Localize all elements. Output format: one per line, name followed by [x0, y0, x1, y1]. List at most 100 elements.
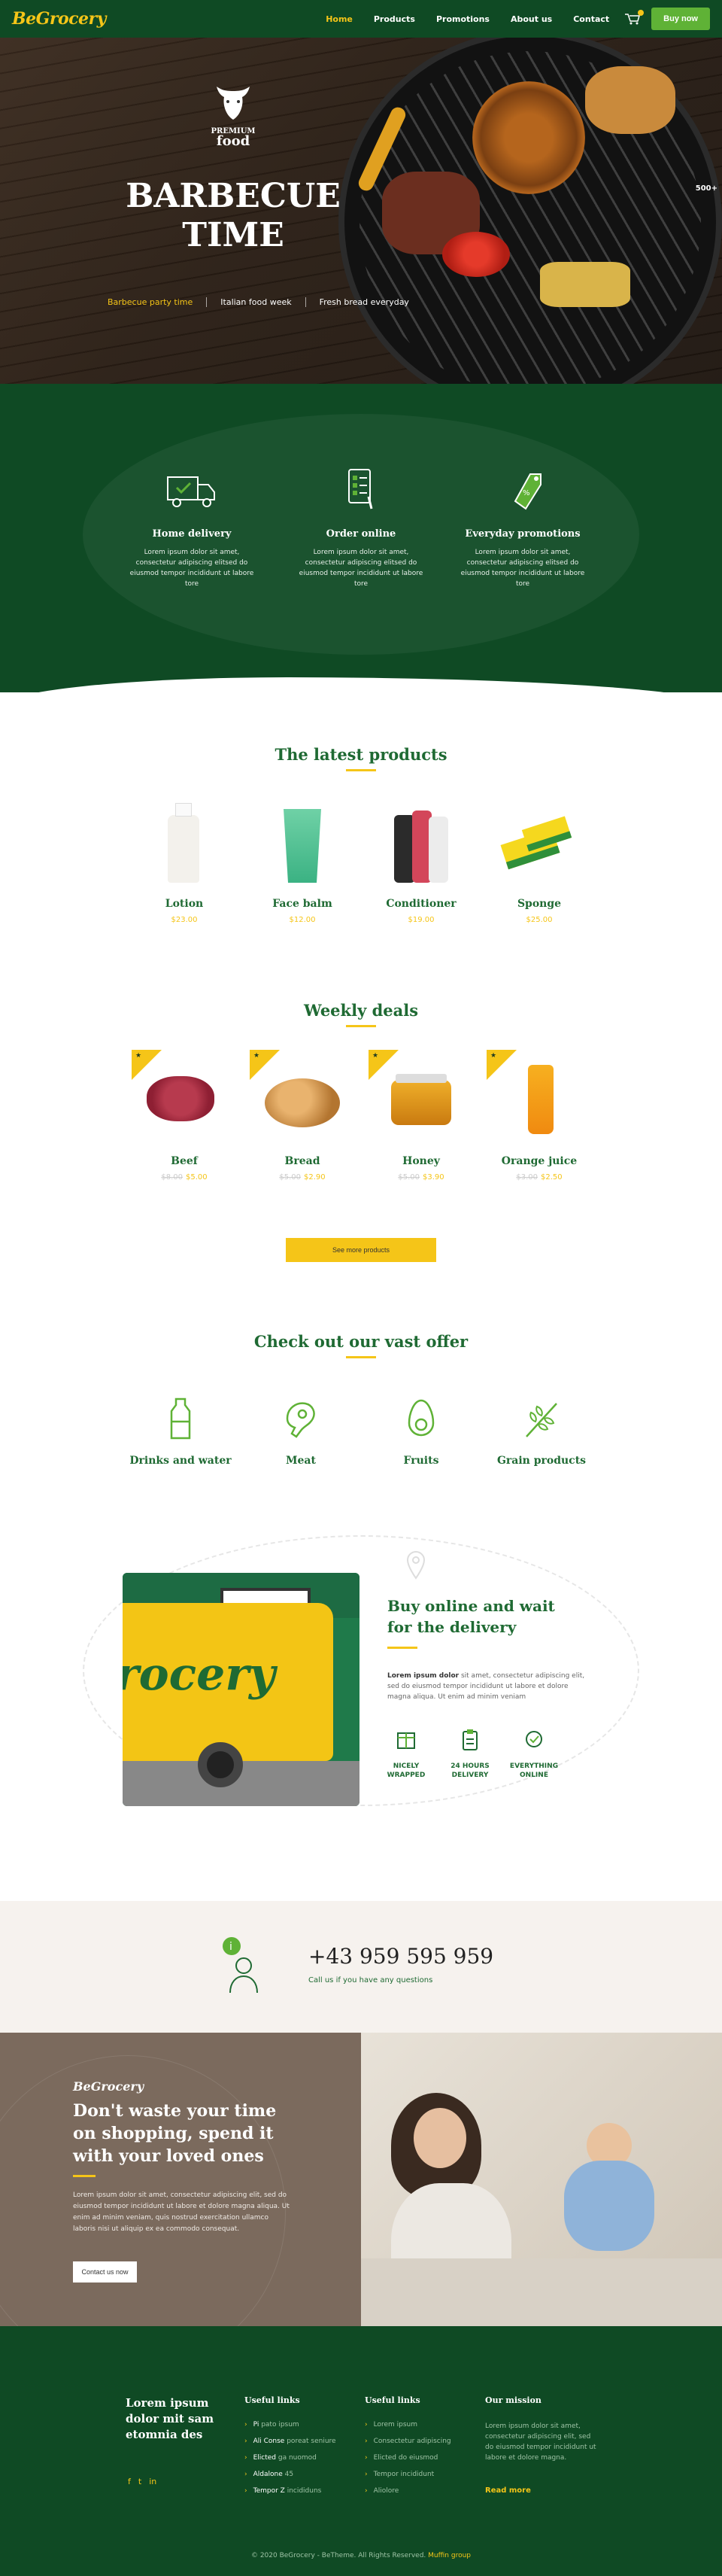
meat-icon — [286, 1402, 315, 1438]
nav-contact[interactable]: Contact — [563, 14, 620, 24]
weekly-deals-title: Weekly deals — [303, 1001, 419, 1020]
feature-24h: 24 HOURS DELIVERY — [444, 1727, 496, 1780]
footer-link[interactable]: Elicted do eiusmod — [365, 2454, 451, 2462]
site-logo[interactable]: BeGrocery — [12, 9, 106, 29]
star-icon: ★ — [135, 1052, 142, 1060]
footer-link[interactable]: Consectetur adipiscing — [365, 2438, 451, 2445]
footer-link[interactable]: Aliolore — [365, 2487, 451, 2495]
nav-products[interactable]: Products — [363, 14, 426, 24]
hero-title: BARBECUE TIME — [126, 177, 341, 254]
bottle-icon — [170, 1397, 191, 1440]
brand-link[interactable]: Muffin group — [428, 2552, 471, 2559]
latest-products-title: The latest products — [275, 745, 447, 764]
phone-subtitle: Call us if you have any questions — [308, 1976, 433, 1984]
grill-image — [338, 38, 722, 391]
hero-banner: PREMIUM food BARBECUE TIME Barbecue part… — [0, 38, 722, 391]
product-card[interactable]: Conditioner $19.00 — [369, 800, 474, 924]
deal-card[interactable]: ★ Orange juice $3.00 $2.50 — [487, 1050, 592, 1182]
phone-number[interactable]: +43 959 595 959 — [308, 1944, 493, 1969]
hero-tab-italian[interactable]: Italian food week — [206, 297, 305, 307]
footer-col1-list: Pi pato ipsum Ali Conse poreat seniure E… — [244, 2421, 336, 2504]
honey-image: ★ — [369, 1050, 474, 1140]
offer-meat[interactable]: Meat — [241, 1396, 361, 1467]
bread-image: ★ — [250, 1050, 355, 1140]
side-badge[interactable]: 500+ — [696, 184, 717, 193]
nav-about[interactable]: About us — [500, 14, 563, 24]
offer-grain[interactable]: Grain products — [481, 1396, 602, 1467]
offer-drinks[interactable]: Drinks and water — [120, 1396, 241, 1467]
delivery-title: Buy online and wait for the delivery — [387, 1597, 555, 1636]
offer-fruits[interactable]: Fruits — [361, 1396, 481, 1467]
product-card[interactable]: Face balm $12.00 — [250, 800, 355, 924]
orange-juice-image: ★ — [487, 1050, 592, 1140]
promo-text: Lorem ipsum dolor sit amet, consectetur … — [73, 2191, 290, 2233]
social-links: f t in — [128, 2477, 156, 2486]
star-icon: ★ — [372, 1052, 379, 1060]
service-home-delivery: Home delivery Lorem ipsum dolor sit amet… — [124, 467, 259, 589]
nav-promotions[interactable]: Promotions — [426, 14, 500, 24]
see-more-products-button[interactable]: See more products — [286, 1238, 436, 1262]
offer-title: Check out our vast offer — [253, 1332, 469, 1351]
family-photo — [361, 2033, 722, 2326]
tag-icon: % — [514, 473, 542, 510]
service-order-online: Order online Lorem ipsum dolor sit amet,… — [293, 467, 429, 589]
feature-wrapped: NICELY WRAPPED — [380, 1727, 432, 1780]
promo-logo: BeGrocery — [73, 2079, 144, 2094]
footer-link[interactable]: Aldalone 45 — [244, 2471, 336, 2478]
footer-link[interactable]: Tempor Z incididuns — [244, 2487, 336, 2495]
badge-icon — [526, 1731, 542, 1747]
facebook-icon[interactable]: f — [128, 2477, 131, 2486]
footer-link[interactable]: Ali Conse poreat seniure — [244, 2438, 336, 2445]
star-icon: ★ — [490, 1052, 497, 1060]
linkedin-icon[interactable]: in — [149, 2477, 156, 2486]
read-more-link[interactable]: Read more — [485, 2486, 531, 2495]
product-card[interactable]: Lotion $23.00 — [132, 800, 237, 924]
location-pin-icon — [406, 1550, 426, 1580]
promo-panel — [0, 2033, 361, 2326]
product-card[interactable]: Sponge $25.00 — [487, 800, 592, 924]
footer-link[interactable]: Elicted ga nuomod — [244, 2454, 336, 2462]
services-section: Home delivery Lorem ipsum dolor sit amet… — [0, 384, 722, 692]
deal-card[interactable]: ★ Honey $5.00 $3.90 — [369, 1050, 474, 1182]
footer-col1-title: Useful links — [244, 2395, 300, 2405]
cart-badge — [638, 10, 645, 16]
sponge-image — [487, 800, 592, 883]
hero-tab-bread[interactable]: Fresh bread everyday — [305, 297, 423, 307]
mission-text: Lorem ipsum dolor sit amet, consectetur … — [485, 2422, 596, 2462]
lotion-image — [132, 800, 237, 883]
site-header: BeGrocery Home Products Promotions About… — [0, 0, 722, 38]
svg-text:%: % — [523, 489, 530, 497]
face-balm-image — [250, 800, 355, 883]
footer-link[interactable]: Tempor incididunt — [365, 2471, 451, 2478]
conditioner-image — [369, 800, 474, 883]
deal-card[interactable]: ★ Bread $5.00 $2.90 — [250, 1050, 355, 1182]
delivery-van-image: rocery — [123, 1573, 359, 1806]
twitter-icon[interactable]: t — [138, 2477, 141, 2486]
footer-col2-title: Useful links — [365, 2395, 420, 2405]
beef-image: ★ — [132, 1050, 237, 1140]
feature-online: EVERYTHING ONLINE — [508, 1727, 560, 1780]
contact-us-button[interactable]: Contact us now — [73, 2261, 137, 2283]
avocado-icon — [408, 1399, 435, 1437]
deal-card[interactable]: ★ Beef $8.00 $5.00 — [132, 1050, 237, 1182]
copyright: © 2020 BeGrocery - BeTheme. All Rights R… — [250, 2552, 472, 2559]
footer-col2-list: Lorem ipsum Consectetur adipiscing Elict… — [365, 2421, 451, 2504]
clipboard-icon — [463, 1729, 478, 1750]
nav-home[interactable]: Home — [315, 14, 363, 24]
svg-text:i: i — [229, 1941, 232, 1953]
cart-icon[interactable] — [624, 10, 645, 25]
main-nav: Home Products Promotions About us Contac… — [315, 8, 710, 30]
site-footer: Lorem ipsum dolor mit sam etomnia des f … — [0, 2326, 722, 2576]
star-icon: ★ — [253, 1052, 260, 1060]
wheat-icon — [526, 1403, 557, 1437]
support-agent-icon: i — [223, 1937, 258, 1994]
delivery-text: Lorem ipsum dolor sit amet, consectetur … — [387, 1672, 585, 1701]
hero-tab-barbecue[interactable]: Barbecue party time — [94, 297, 206, 307]
footer-link[interactable]: Pi pato ipsum — [244, 2421, 336, 2428]
footer-tagline: Lorem ipsum dolor mit sam etomnia des — [126, 2396, 214, 2441]
buy-now-button[interactable]: Buy now — [651, 8, 710, 30]
bull-icon — [217, 87, 250, 120]
footer-link[interactable]: Lorem ipsum — [365, 2421, 451, 2428]
premium-food-badge: PREMIUM food — [203, 79, 263, 148]
box-icon — [397, 1732, 415, 1749]
